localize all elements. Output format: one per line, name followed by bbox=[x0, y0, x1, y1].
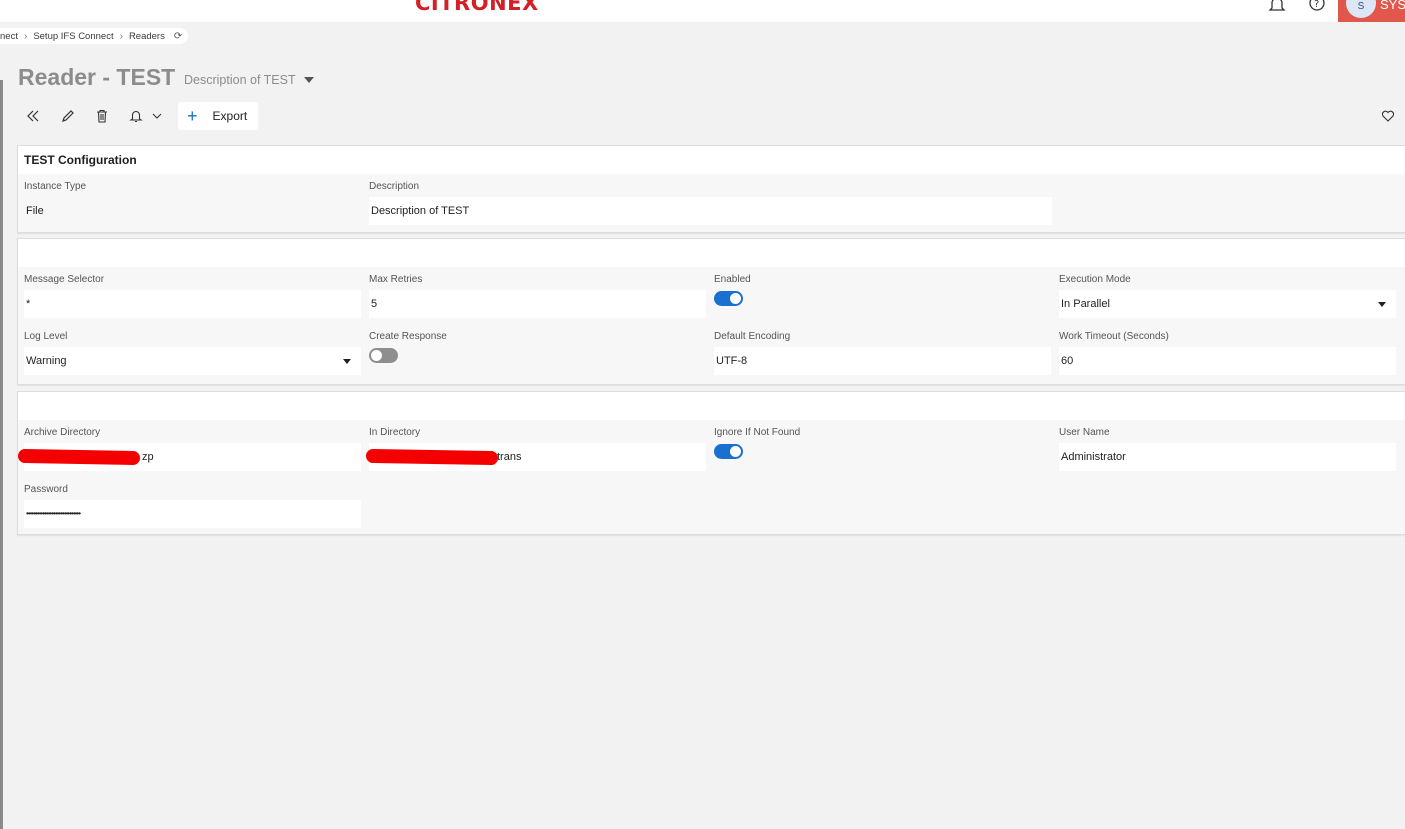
field-label: Work Timeout (Seconds) bbox=[1059, 331, 1169, 342]
export-label: Export bbox=[212, 109, 248, 123]
panel-header bbox=[18, 392, 1405, 420]
config-panel: TEST Configuration Instance Type File De… bbox=[17, 145, 1405, 233]
file-panel: Archive Directory zp In Directory trans … bbox=[17, 391, 1405, 535]
field-label: Instance Type bbox=[24, 181, 87, 192]
breadcrumb-item-setup[interactable]: Setup IFS Connect bbox=[33, 31, 113, 42]
breadcrumb-item-connect[interactable]: nect bbox=[0, 31, 18, 42]
left-scroll-strip[interactable] bbox=[0, 80, 3, 829]
svg-text:?: ? bbox=[1314, 0, 1319, 10]
caret-down-icon bbox=[343, 359, 351, 364]
user-name: SYS bbox=[1380, 0, 1405, 12]
field-label: Execution Mode bbox=[1059, 274, 1131, 285]
field-label: Ignore If Not Found bbox=[714, 427, 801, 438]
field-label: Default Encoding bbox=[714, 331, 791, 342]
chevron-down-icon[interactable] bbox=[147, 106, 167, 126]
breadcrumb: nect › Setup IFS Connect › Readers ⟳ bbox=[0, 28, 189, 44]
record-selector[interactable]: Description of TEST bbox=[184, 73, 314, 87]
log-level-field: Log Level Warning bbox=[24, 331, 361, 375]
company-logo[interactable]: CITRONEX bbox=[415, 0, 539, 15]
work-timeout-input[interactable]: 60 bbox=[1059, 347, 1396, 375]
user-menu[interactable]: S SYS bbox=[1338, 0, 1405, 22]
bell-icon[interactable] bbox=[1266, 0, 1288, 16]
field-label: Password bbox=[24, 484, 68, 495]
execution-mode-field: Execution Mode In Parallel bbox=[1059, 274, 1396, 318]
log-level-value: Warning bbox=[26, 355, 67, 367]
field-label: Enabled bbox=[714, 274, 751, 285]
field-label: User Name bbox=[1059, 427, 1110, 438]
caret-down-icon bbox=[1378, 302, 1386, 307]
page-subtitle: Description of TEST bbox=[184, 73, 296, 87]
field-label: Log Level bbox=[24, 331, 68, 342]
log-level-select[interactable]: Warning bbox=[24, 347, 361, 375]
field-label: In Directory bbox=[369, 427, 421, 438]
enabled-field: Enabled bbox=[714, 274, 1051, 306]
enabled-toggle[interactable] bbox=[714, 291, 743, 306]
default-encoding-input[interactable]: UTF-8 bbox=[714, 347, 1051, 375]
create-response-toggle[interactable] bbox=[369, 348, 398, 363]
trash-icon[interactable] bbox=[92, 106, 112, 126]
avatar: S bbox=[1346, 0, 1376, 18]
help-icon[interactable]: ? bbox=[1306, 0, 1328, 16]
max-retries-field: Max Retries 5 bbox=[369, 274, 706, 318]
bell-icon[interactable] bbox=[126, 106, 146, 126]
default-encoding-field: Default Encoding UTF-8 bbox=[714, 331, 1051, 375]
redaction-mark bbox=[17, 448, 141, 466]
redaction-mark bbox=[365, 448, 499, 466]
panel-title: TEST Configuration bbox=[18, 146, 1405, 174]
settings-panel: Message Selector * Max Retries 5 Enabled… bbox=[17, 238, 1405, 385]
password-input[interactable]: •••••••••••••••••••••••••••••• bbox=[24, 500, 361, 528]
description-field: Description Description of TEST bbox=[369, 181, 1052, 225]
create-response-field: Create Response bbox=[369, 331, 706, 363]
in-directory-value: trans bbox=[497, 451, 522, 463]
ignore-if-not-found-toggle[interactable] bbox=[714, 444, 743, 459]
field-label: Archive Directory bbox=[24, 427, 101, 438]
plus-icon: + bbox=[187, 106, 198, 126]
top-bar: CITRONEX ? S SYS bbox=[0, 0, 1405, 22]
refresh-icon[interactable]: ⟳ bbox=[174, 31, 182, 42]
pencil-icon[interactable] bbox=[58, 106, 78, 126]
message-selector-input[interactable]: * bbox=[24, 290, 361, 318]
field-label: Description bbox=[369, 181, 420, 192]
password-field: Password •••••••••••••••••••••••••••••• bbox=[24, 484, 361, 528]
user-name-input[interactable]: Administrator bbox=[1059, 443, 1396, 471]
execution-mode-value: In Parallel bbox=[1061, 298, 1110, 310]
caret-down-icon[interactable] bbox=[303, 77, 314, 83]
description-input[interactable]: Description of TEST bbox=[369, 197, 1052, 225]
ignore-if-not-found-field: Ignore If Not Found bbox=[714, 427, 1051, 459]
breadcrumb-item-readers[interactable]: Readers bbox=[129, 31, 165, 42]
execution-mode-select[interactable]: In Parallel bbox=[1059, 290, 1396, 318]
page-title: Reader - TEST bbox=[18, 64, 176, 90]
message-selector-field: Message Selector * bbox=[24, 274, 361, 318]
instance-type-value: File bbox=[26, 205, 44, 217]
max-retries-input[interactable]: 5 bbox=[369, 290, 706, 318]
chevron-right-icon: › bbox=[23, 30, 28, 42]
panel-header bbox=[18, 239, 1405, 267]
field-label: Create Response bbox=[369, 331, 447, 342]
archive-directory-value: zp bbox=[142, 451, 154, 463]
field-label: Message Selector bbox=[24, 274, 105, 285]
double-chevron-left-icon[interactable] bbox=[23, 106, 43, 126]
work-timeout-field: Work Timeout (Seconds) 60 bbox=[1059, 331, 1396, 375]
field-label: Max Retries bbox=[369, 274, 423, 285]
user-name-field: User Name Administrator bbox=[1059, 427, 1396, 471]
export-button[interactable]: + Export bbox=[178, 102, 258, 130]
chevron-right-icon: › bbox=[119, 30, 123, 42]
instance-type-field: Instance Type File bbox=[24, 181, 361, 225]
heart-icon[interactable] bbox=[1378, 106, 1398, 126]
